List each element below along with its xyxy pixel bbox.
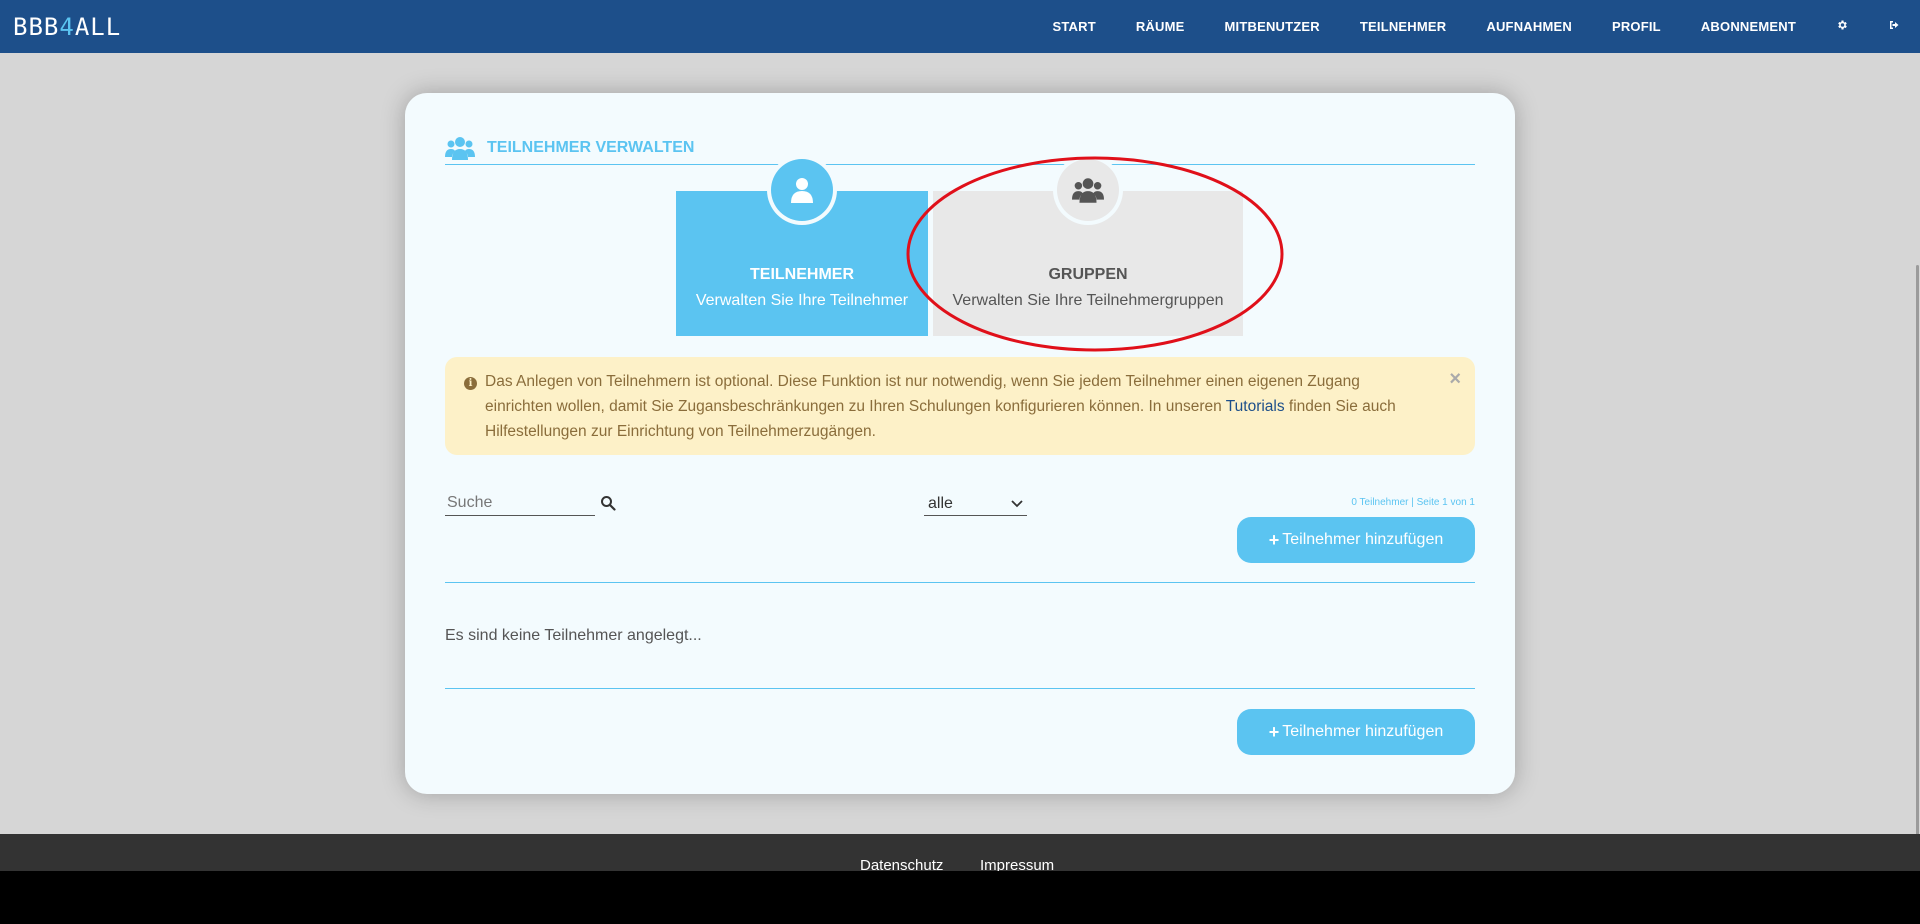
- tab-teilnehmer-title: TEILNEHMER: [750, 266, 854, 283]
- divider: [445, 688, 1475, 689]
- nav-abonnement[interactable]: ABONNEMENT: [1701, 19, 1796, 34]
- logo-text-left: BBB: [13, 13, 60, 41]
- search-icon[interactable]: [600, 495, 616, 511]
- scrollbar[interactable]: [1914, 53, 1920, 863]
- tutorials-link[interactable]: Tutorials: [1226, 398, 1285, 415]
- nav-raeume[interactable]: RÄUME: [1136, 19, 1185, 34]
- close-icon[interactable]: ×: [1449, 367, 1461, 392]
- tab-gruppen-subtitle: Verwalten Sie Ihre Teilnehmergruppen: [952, 292, 1224, 309]
- main-nav: START RÄUME MITBENUTZER TEILNEHMER AUFNA…: [1032, 0, 1920, 53]
- nav-profil[interactable]: PROFIL: [1612, 19, 1661, 34]
- plus-icon: +: [1268, 529, 1280, 550]
- divider: [445, 582, 1475, 583]
- logo-text-right: ALL: [74, 13, 122, 41]
- tab-gruppen-title: GRUPPEN: [1048, 266, 1128, 283]
- search-input[interactable]: [445, 491, 595, 516]
- add-participant-label: Teilnehmer hinzufügen: [1282, 723, 1444, 740]
- users-group-icon: [1072, 178, 1104, 203]
- empty-state-text: Es sind keine Teilnehmer angelegt...: [445, 627, 702, 644]
- chevron-down-icon: [1011, 499, 1023, 507]
- top-navbar: BBB 4 ALL START RÄUME MITBENUTZER TEILNEHM…: [0, 0, 1920, 53]
- info-alert: i Das Anlegen von Teilnehmern ist option…: [445, 357, 1475, 455]
- add-participant-label: Teilnehmer hinzufügen: [1282, 531, 1444, 548]
- section-title: TEILNEHMER VERWALTEN: [445, 131, 1475, 165]
- manage-participants-card: TEILNEHMER VERWALTEN TEILNEHMER Verwalte…: [405, 93, 1515, 794]
- page-title: TEILNEHMER VERWALTEN: [487, 138, 695, 156]
- participant-count: 0 Teilnehmer | Seite 1 von 1: [1351, 497, 1475, 508]
- scrollbar-thumb[interactable]: [1916, 265, 1919, 863]
- add-participant-button-top[interactable]: + Teilnehmer hinzufügen: [1237, 517, 1475, 563]
- footer: Datenschutz Impressum: [0, 834, 1920, 874]
- tab-teilnehmer-subtitle: Verwalten Sie Ihre Teilnehmer: [695, 292, 909, 309]
- filter-select-value: alle: [928, 494, 953, 512]
- logo-text-accent: 4: [59, 13, 75, 41]
- logout-icon[interactable]: [1888, 19, 1900, 34]
- tab-gruppen-badge[interactable]: [1053, 155, 1123, 225]
- nav-aufnahmen[interactable]: AUFNAHMEN: [1486, 19, 1572, 34]
- user-icon: [791, 178, 813, 203]
- users-icon: [445, 136, 475, 160]
- tab-teilnehmer-badge[interactable]: [767, 155, 837, 225]
- gear-icon[interactable]: [1836, 19, 1848, 34]
- info-icon: i: [464, 377, 477, 390]
- alert-text: Das Anlegen von Teilnehmern ist optional…: [485, 369, 1425, 444]
- nav-start[interactable]: START: [1052, 19, 1095, 34]
- logo[interactable]: BBB 4 ALL: [13, 13, 122, 41]
- bottom-bar: [0, 871, 1920, 924]
- nav-teilnehmer[interactable]: TEILNEHMER: [1360, 19, 1447, 34]
- filter-select[interactable]: alle: [924, 492, 1027, 516]
- nav-mitbenutzer[interactable]: MITBENUTZER: [1225, 19, 1320, 34]
- add-participant-button-bottom[interactable]: + Teilnehmer hinzufügen: [1237, 709, 1475, 755]
- plus-icon: +: [1268, 721, 1280, 742]
